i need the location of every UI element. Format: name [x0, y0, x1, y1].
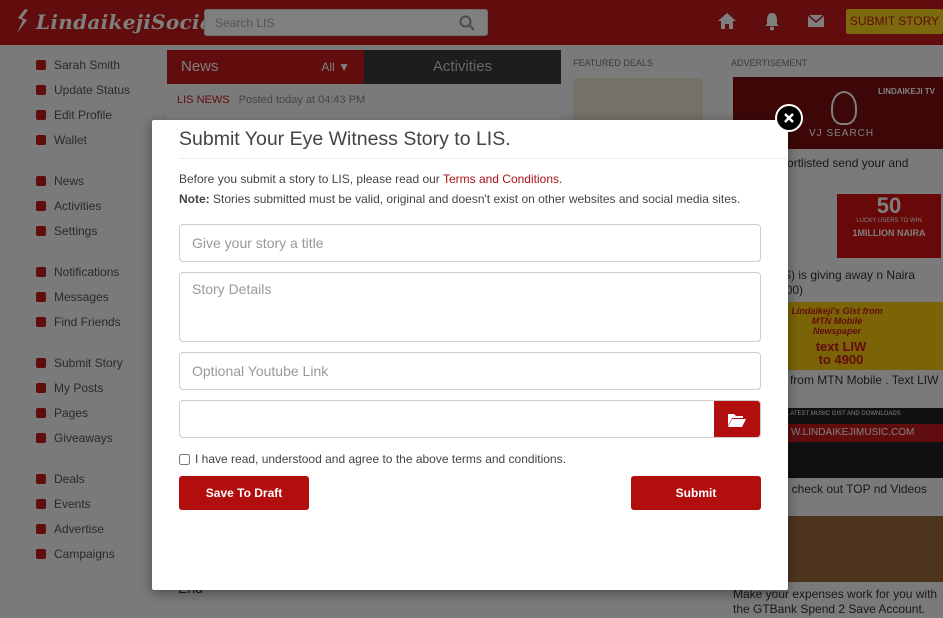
modal-divider — [179, 158, 788, 159]
terms-link[interactable]: Terms and Conditions — [443, 172, 559, 186]
folder-open-icon — [728, 414, 746, 427]
modal-title: Submit Your Eye Witness Story to LIS. — [179, 128, 511, 150]
agree-checkbox[interactable] — [179, 453, 190, 465]
intro-prefix: Before you submit a story to LIS, please… — [179, 172, 443, 186]
agree-label: I have read, understood and agree to the… — [195, 452, 566, 466]
modal-close-button[interactable] — [775, 104, 803, 132]
submit-button[interactable]: Submit — [631, 476, 761, 510]
submit-story-modal: Submit Your Eye Witness Story to LIS. Be… — [152, 120, 788, 590]
close-icon — [784, 113, 794, 123]
save-draft-button[interactable]: Save To Draft — [179, 476, 309, 510]
browse-file-button[interactable] — [714, 401, 760, 437]
youtube-link-input[interactable] — [179, 352, 761, 390]
story-details-textarea[interactable] — [179, 272, 761, 342]
note-text: Stories submitted must be valid, origina… — [209, 192, 741, 206]
note-label: Note: — [179, 192, 210, 206]
story-title-input[interactable] — [179, 224, 761, 262]
file-upload-field[interactable] — [179, 400, 761, 438]
modal-note: Note: Stories submitted must be valid, o… — [179, 192, 740, 206]
modal-intro: Before you submit a story to LIS, please… — [179, 172, 562, 186]
terms-agreement[interactable]: I have read, understood and agree to the… — [179, 452, 566, 466]
intro-suffix: . — [559, 172, 563, 186]
